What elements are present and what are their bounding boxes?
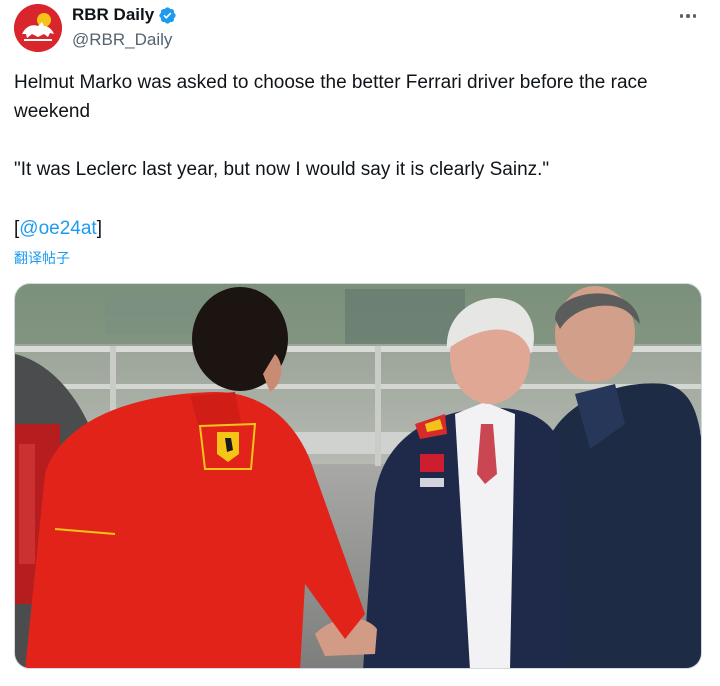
author-handle[interactable]: @RBR_Daily <box>72 30 172 50</box>
mention-link[interactable]: @oe24at <box>19 218 96 239</box>
source-bracket-close: ] <box>96 218 102 239</box>
translate-post-link[interactable]: 翻译帖子 <box>14 248 70 268</box>
verified-badge-icon[interactable] <box>158 6 177 25</box>
red-bull-logo-icon <box>14 4 62 52</box>
tweet-photo[interactable] <box>14 283 702 669</box>
tweet-paragraph: Helmut Marko was asked to choose the bet… <box>14 72 653 122</box>
paddock-photo-illustration <box>15 284 701 668</box>
author-display-name[interactable]: RBR Daily <box>72 5 154 25</box>
author-name-row: RBR Daily <box>72 5 177 25</box>
tweet-header: RBR Daily @RBR_Daily <box>14 4 706 54</box>
tweet-body: Helmut Marko was asked to choose the bet… <box>14 68 694 213</box>
tweet-source: [@oe24at] <box>14 214 102 243</box>
author-avatar[interactable] <box>14 4 62 52</box>
more-options-icon[interactable] <box>676 6 700 26</box>
tweet-quote: "It was Leclerc last year, but now I wou… <box>14 159 550 180</box>
